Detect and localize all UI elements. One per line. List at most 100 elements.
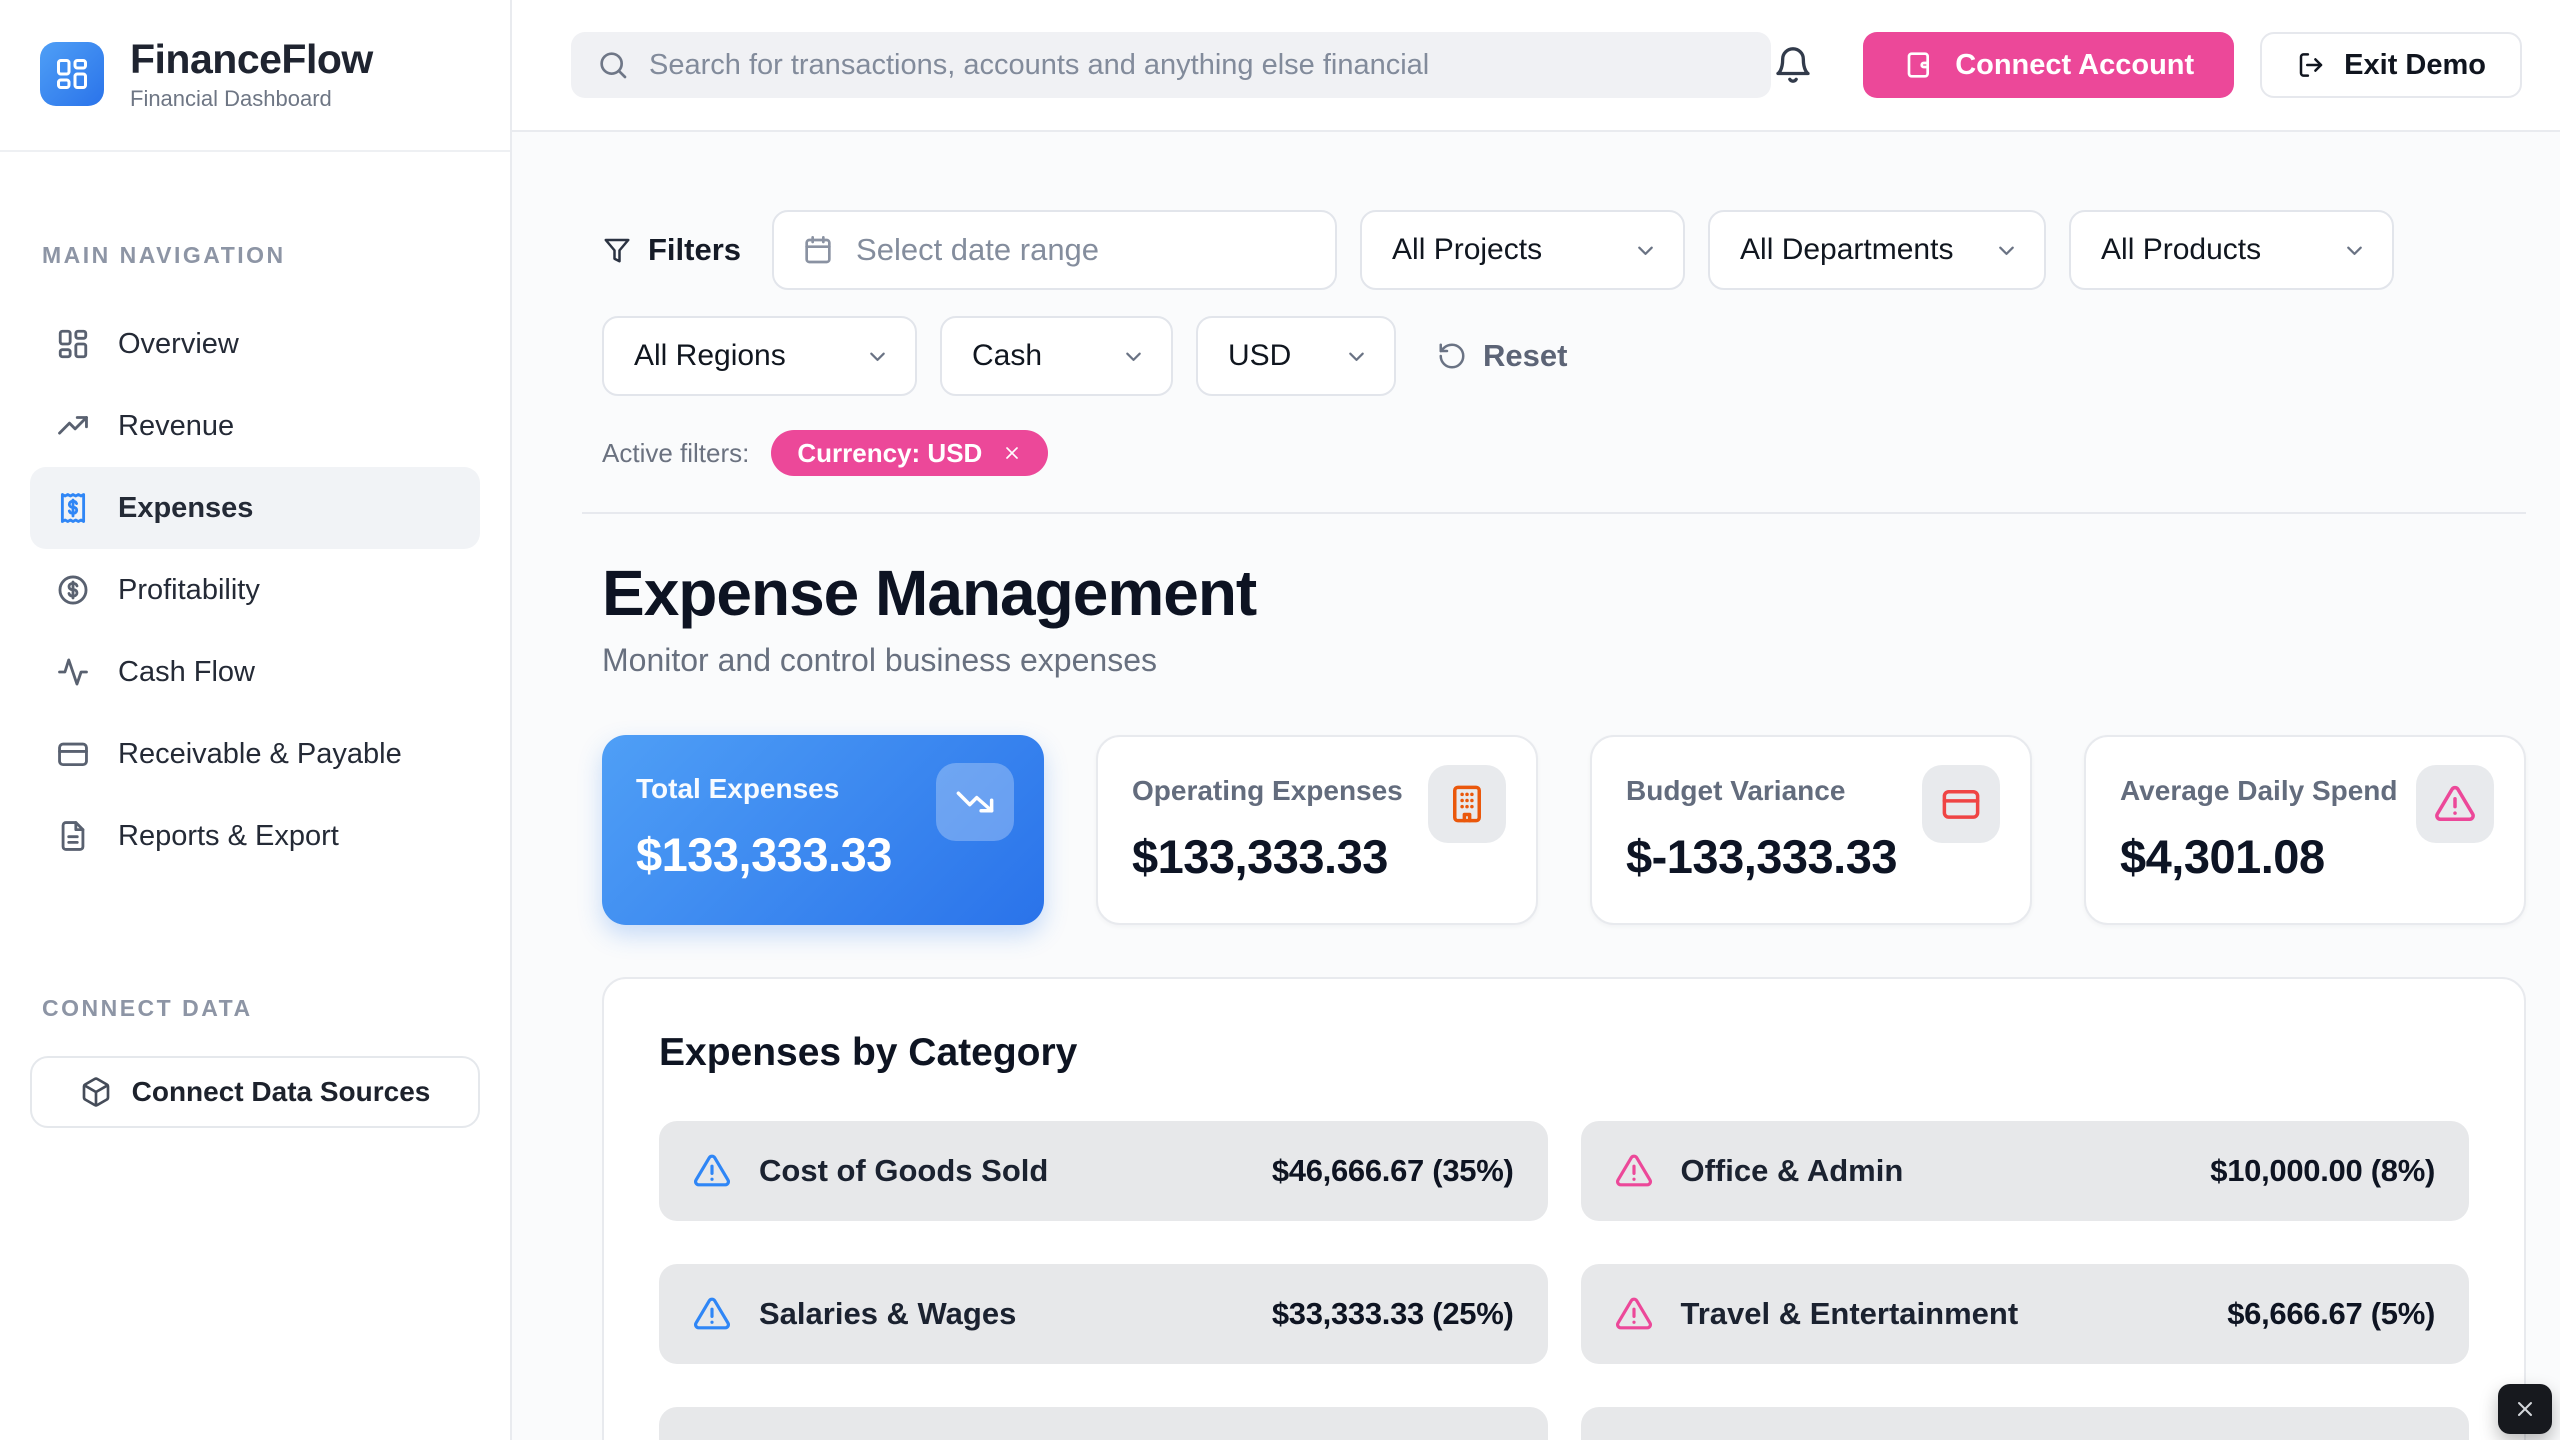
category-value: $6,666.67 (5%) — [2227, 1296, 2435, 1332]
search-icon — [597, 49, 629, 81]
category-value: $46,666.67 (35%) — [1272, 1153, 1514, 1189]
categories-card: Expenses by Category Cost of Goods Sold … — [602, 977, 2526, 1440]
alert-triangle-icon — [1615, 1295, 1653, 1333]
stat-card: Operating Expenses $133,333.33 — [1096, 735, 1538, 925]
trending-down-icon — [954, 781, 996, 823]
trending-up-icon — [56, 409, 90, 443]
currency-select[interactable]: USD — [1196, 316, 1396, 396]
sidebar-item-label: Reports & Export — [118, 820, 339, 853]
category-row: Professional Services $3,333.33 (3%) — [1581, 1407, 2470, 1440]
main-content: Filters All Projects All Departments All… — [512, 132, 2560, 1440]
stat-icon-chip — [2416, 765, 2494, 843]
currency-select-value: USD — [1228, 339, 1291, 373]
exit-demo-button[interactable]: Exit Demo — [2260, 32, 2522, 98]
projects-select[interactable]: All Projects — [1360, 210, 1685, 290]
currency-filter-chip[interactable]: Currency: USD — [771, 430, 1048, 476]
activity-icon — [56, 655, 90, 689]
stat-card: Average Daily Spend $4,301.08 — [2084, 735, 2526, 925]
category-value: $33,333.33 (25%) — [1272, 1296, 1514, 1332]
category-row: Cost of Goods Sold $46,666.67 (35%) — [659, 1121, 1548, 1221]
date-range-input[interactable] — [772, 210, 1337, 290]
category-value: $10,000.00 (8%) — [2210, 1153, 2435, 1189]
category-name: Office & Admin — [1681, 1153, 2183, 1189]
nav-section-label: MAIN NAVIGATION — [30, 242, 480, 269]
x-icon — [2513, 1397, 2537, 1421]
connect-account-button[interactable]: Connect Account — [1863, 32, 2234, 98]
connect-data-section: CONNECT DATA Connect Data Sources — [0, 995, 510, 1128]
filters-label: Filters — [648, 232, 741, 268]
active-filters-label: Active filters: — [602, 438, 749, 469]
filters-title: Filters — [602, 232, 741, 268]
sidebar-item[interactable]: Expenses — [30, 467, 480, 549]
sidebar-item[interactable]: Overview — [30, 303, 480, 385]
chevron-down-icon — [2341, 237, 2368, 264]
app-tagline: Financial Dashboard — [130, 86, 373, 112]
close-button[interactable] — [2498, 1384, 2552, 1434]
exit-demo-label: Exit Demo — [2344, 49, 2486, 82]
category-name: Cost of Goods Sold — [759, 1153, 1244, 1189]
reset-label: Reset — [1483, 338, 1567, 374]
stat-icon-chip — [1428, 765, 1506, 843]
alert-triangle-icon — [693, 1152, 731, 1190]
category-row: Travel & Entertainment $6,666.67 (5%) — [1581, 1264, 2470, 1364]
active-filters-row: Active filters: Currency: USD — [602, 430, 2526, 476]
nav-items: Overview Revenue Expenses Profitability — [30, 303, 480, 877]
rotate-ccw-icon — [1437, 341, 1467, 371]
sidebar-item[interactable]: Receivable & Payable — [30, 713, 480, 795]
topbar: Connect Account Exit Demo — [512, 0, 2560, 132]
notifications-button[interactable] — [1773, 45, 1813, 85]
sidebar-item-label: Revenue — [118, 410, 234, 443]
section-divider — [582, 512, 2526, 514]
alert-triangle-icon — [1615, 1152, 1653, 1190]
main-navigation: MAIN NAVIGATION Overview Revenue Expense… — [0, 152, 510, 877]
departments-select[interactable]: All Departments — [1708, 210, 2046, 290]
sidebar-item[interactable]: Profitability — [30, 549, 480, 631]
currency-filter-chip-label: Currency: USD — [797, 438, 982, 469]
building-icon — [1446, 783, 1488, 825]
payment-method-select[interactable]: Cash — [940, 316, 1173, 396]
alert-triangle-icon — [2434, 783, 2476, 825]
credit-card-icon — [1940, 783, 1982, 825]
stat-card: Budget Variance $-133,333.33 — [1590, 735, 2032, 925]
search-bar[interactable] — [571, 32, 1771, 98]
file-text-icon — [56, 819, 90, 853]
page-title: Expense Management — [602, 556, 2526, 630]
regions-select-value: All Regions — [634, 339, 786, 373]
projects-select-value: All Projects — [1392, 233, 1542, 267]
connect-account-label: Connect Account — [1955, 49, 2194, 82]
sidebar-item[interactable]: Revenue — [30, 385, 480, 467]
page-subtitle: Monitor and control business expenses — [602, 642, 2526, 679]
sidebar-item-label: Expenses — [118, 492, 253, 525]
chevron-down-icon — [864, 343, 891, 370]
package-icon — [80, 1076, 112, 1108]
chevron-down-icon — [1343, 343, 1370, 370]
sidebar-item-label: Profitability — [118, 574, 260, 607]
regions-select[interactable]: All Regions — [602, 316, 917, 396]
stat-icon-chip — [1922, 765, 2000, 843]
filters-row-2: All Regions Cash USD Reset — [602, 316, 2526, 396]
connect-data-sources-button[interactable]: Connect Data Sources — [30, 1056, 480, 1128]
category-name: Travel & Entertainment — [1681, 1296, 2200, 1332]
category-row: Salaries & Wages $33,333.33 (25%) — [659, 1264, 1548, 1364]
logout-icon — [2296, 50, 2326, 80]
search-input[interactable] — [649, 49, 1745, 82]
connect-data-sources-label: Connect Data Sources — [132, 1076, 431, 1108]
alert-triangle-icon — [693, 1295, 731, 1333]
sidebar-item[interactable]: Cash Flow — [30, 631, 480, 713]
stats-grid: Total Expenses $133,333.33 Operating Exp… — [602, 735, 2526, 925]
app-logo: FinanceFlow Financial Dashboard — [0, 0, 510, 152]
products-select-value: All Products — [2101, 233, 2261, 267]
dashboard-icon — [56, 327, 90, 361]
dollar-circle-icon — [56, 573, 90, 607]
x-icon[interactable] — [1002, 443, 1022, 463]
products-select[interactable]: All Products — [2069, 210, 2394, 290]
receipt-icon — [56, 491, 90, 525]
wallet-icon — [1903, 49, 1935, 81]
reset-filters-button[interactable]: Reset — [1437, 338, 1567, 374]
date-range-field[interactable] — [856, 232, 1307, 268]
payment-method-select-value: Cash — [972, 339, 1042, 373]
chevron-down-icon — [1993, 237, 2020, 264]
sidebar-item[interactable]: Reports & Export — [30, 795, 480, 877]
category-name: Salaries & Wages — [759, 1296, 1244, 1332]
calendar-icon — [802, 234, 834, 266]
